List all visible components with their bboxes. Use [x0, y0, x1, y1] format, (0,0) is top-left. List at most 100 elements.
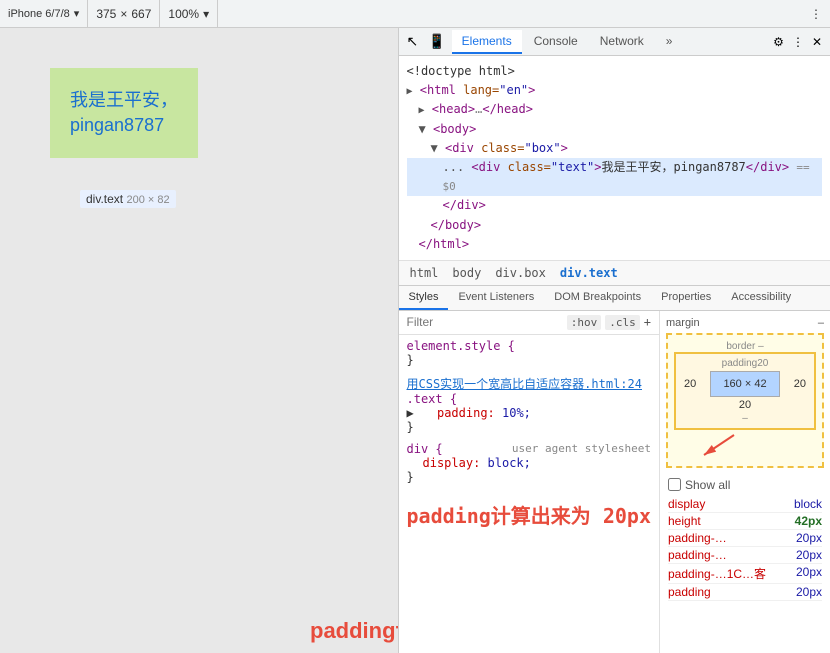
viewport-width: 375	[96, 7, 116, 21]
computed-prop-display: display block	[668, 496, 822, 513]
css-rules: element.style { } 用CSS实现一个宽高比自适应容器.html:…	[399, 335, 660, 496]
x-separator: ×	[120, 7, 127, 21]
padding-calc-annotation: padding计算出来为 20px	[399, 496, 660, 533]
tab-properties[interactable]: Properties	[651, 286, 721, 310]
tab-elements[interactable]: Elements	[452, 30, 522, 54]
computed-prop-padding-1: padding-… 20px	[668, 530, 822, 547]
device-selector[interactable]: iPhone 6/7/8 ▾	[0, 0, 88, 27]
element-tag: div.text	[86, 192, 123, 206]
prop-value-padding-2: 20px	[796, 548, 822, 562]
computed-prop-padding-3: padding-…1C…客 20px	[668, 564, 822, 584]
prop-value-display: block	[794, 497, 822, 511]
box-model: margin – border – padding20	[660, 311, 830, 474]
devtools-tabs: ↖ 📱 Elements Console Network » ⚙ ⋮ ✕	[399, 28, 830, 56]
css-selector-text: .text {	[407, 392, 652, 406]
tab-accessibility[interactable]: Accessibility	[721, 286, 801, 310]
hov-badge[interactable]: :hov	[567, 315, 602, 330]
device-label: iPhone 6/7/8	[8, 8, 70, 20]
css-rule-text: 用CSS实现一个宽高比自适应容器.html:24 .text { ▶ paddi…	[407, 375, 652, 434]
more-icon[interactable]: ⋮	[810, 7, 822, 21]
devtools-more-icon[interactable]: ⋮	[792, 35, 804, 49]
mobile-icon[interactable]: 📱	[424, 33, 449, 50]
prop-name-padding-4: padding	[668, 585, 711, 599]
padding-annotation: padding计算出来为 20px	[310, 613, 399, 645]
box-model-inner-dash: –	[680, 413, 810, 424]
breadcrumb-html[interactable]: html	[407, 265, 442, 281]
box-element: 我是王平安， pingan8787	[50, 68, 198, 158]
html-source: <!doctype html> ▶ <html lang="en"> ▶ <he…	[399, 56, 830, 261]
element-dimensions: 200 × 82	[126, 194, 169, 206]
main-layout: 我是王平安， pingan8787 div.text 200 × 82 padd…	[0, 28, 830, 653]
styles-panel: :hov .cls + element.style { }	[399, 311, 830, 653]
close-devtools-icon[interactable]: ✕	[812, 35, 822, 49]
breadcrumb-div-box[interactable]: div.box	[492, 265, 549, 281]
box-model-computed-panel: margin – border – padding20	[660, 311, 830, 653]
html-line-html: ▶ <html lang="en">	[407, 81, 823, 100]
tab-event-listeners[interactable]: Event Listeners	[448, 286, 544, 310]
show-all-checkbox[interactable]	[668, 478, 681, 491]
tab-console[interactable]: Console	[524, 30, 588, 54]
chevron-down-icon: ▾	[74, 7, 80, 20]
tab-more[interactable]: »	[656, 30, 683, 54]
style-tabs: Styles Event Listeners DOM Breakpoints P…	[399, 286, 830, 311]
box-model-outer: border – padding20 20 160 × 42 20 20	[666, 333, 824, 468]
tab-dom-breakpoints[interactable]: DOM Breakpoints	[544, 286, 651, 310]
padding-bottom: 20	[680, 399, 810, 411]
box-model-inner: 20 160 × 42 20	[680, 371, 810, 397]
html-line-div-text[interactable]: ... <div class="text">我是王平安，pingan8787</…	[407, 158, 823, 196]
element-label: div.text 200 × 82	[80, 190, 176, 208]
viewport-dimensions: 375 × 667	[88, 0, 160, 27]
box-model-border: padding20 20 160 × 42 20 20 –	[674, 352, 816, 430]
settings-icon[interactable]: ⚙	[773, 35, 784, 49]
html-line-close-body: </body>	[407, 216, 823, 235]
computed-prop-padding-2: padding-… 20px	[668, 547, 822, 564]
prop-name-height: height	[668, 514, 701, 528]
prop-value-padding-3: 20px	[796, 565, 822, 582]
tab-styles[interactable]: Styles	[399, 286, 449, 310]
padding-right: 20	[790, 376, 810, 392]
html-line-body: ▼ <body>	[407, 120, 823, 139]
breadcrumb-div-text[interactable]: div.text	[557, 265, 621, 281]
css-rule-text-close: }	[407, 420, 652, 434]
css-source-link[interactable]: 用CSS实现一个宽高比自适应容器.html:24	[407, 375, 642, 392]
tab-network[interactable]: Network	[590, 30, 654, 54]
padding-left: 20	[680, 376, 700, 392]
zoom-selector[interactable]: 100% ▾	[160, 0, 218, 27]
computed-prop-height: height 42px	[668, 513, 822, 530]
annotation-area: padding计算出来为 20px	[399, 496, 660, 556]
prop-name-padding-1: padding-…	[668, 531, 727, 545]
devtools-top-icons: ⚙ ⋮ ✕	[769, 35, 826, 49]
cursor-icon[interactable]: ↖	[403, 33, 423, 50]
css-selector-element-style: element.style {	[407, 339, 652, 353]
filter-bar: :hov .cls +	[399, 311, 660, 335]
css-rule-div: div { user agent stylesheet display: blo…	[407, 442, 652, 484]
red-arrow-svg	[684, 430, 744, 460]
add-style-icon[interactable]: +	[644, 315, 651, 329]
prop-name-display: display	[668, 497, 705, 511]
arrow-container	[674, 430, 816, 460]
css-property-display: display: block;	[407, 456, 652, 470]
padding-label: padding20	[680, 358, 810, 369]
top-bar-icons: ⋮	[802, 0, 830, 27]
border-label-top: border –	[674, 341, 816, 352]
css-close-brace: }	[407, 353, 652, 367]
cls-badge[interactable]: .cls	[605, 315, 640, 330]
computed-props: Show all display block height 42px paddi…	[660, 474, 830, 605]
html-line-head: ▶ <head>…</head>	[407, 100, 823, 119]
html-line-doctype: <!doctype html>	[407, 62, 823, 81]
viewport-height: 667	[131, 7, 151, 21]
html-line-close-html: </html>	[407, 235, 823, 254]
box-model-content: 160 × 42	[710, 371, 780, 397]
css-rule-element-style: element.style { }	[407, 339, 652, 367]
css-rule-div-header: div { user agent stylesheet	[407, 442, 652, 456]
prop-name-padding-2: padding-…	[668, 548, 727, 562]
css-property-padding: ▶ padding: 10%;	[407, 406, 652, 420]
prop-name-padding-3: padding-…1C…客	[668, 565, 766, 582]
text-element: 我是王平安， pingan8787	[70, 88, 178, 138]
show-all-label: Show all	[685, 478, 730, 492]
breadcrumb-body[interactable]: body	[449, 265, 484, 281]
filter-input[interactable]	[407, 315, 563, 329]
css-user-agent-label: user agent stylesheet	[512, 442, 651, 456]
zoom-chevron-icon: ▾	[203, 7, 209, 21]
html-line-close-div: </div>	[407, 196, 823, 215]
